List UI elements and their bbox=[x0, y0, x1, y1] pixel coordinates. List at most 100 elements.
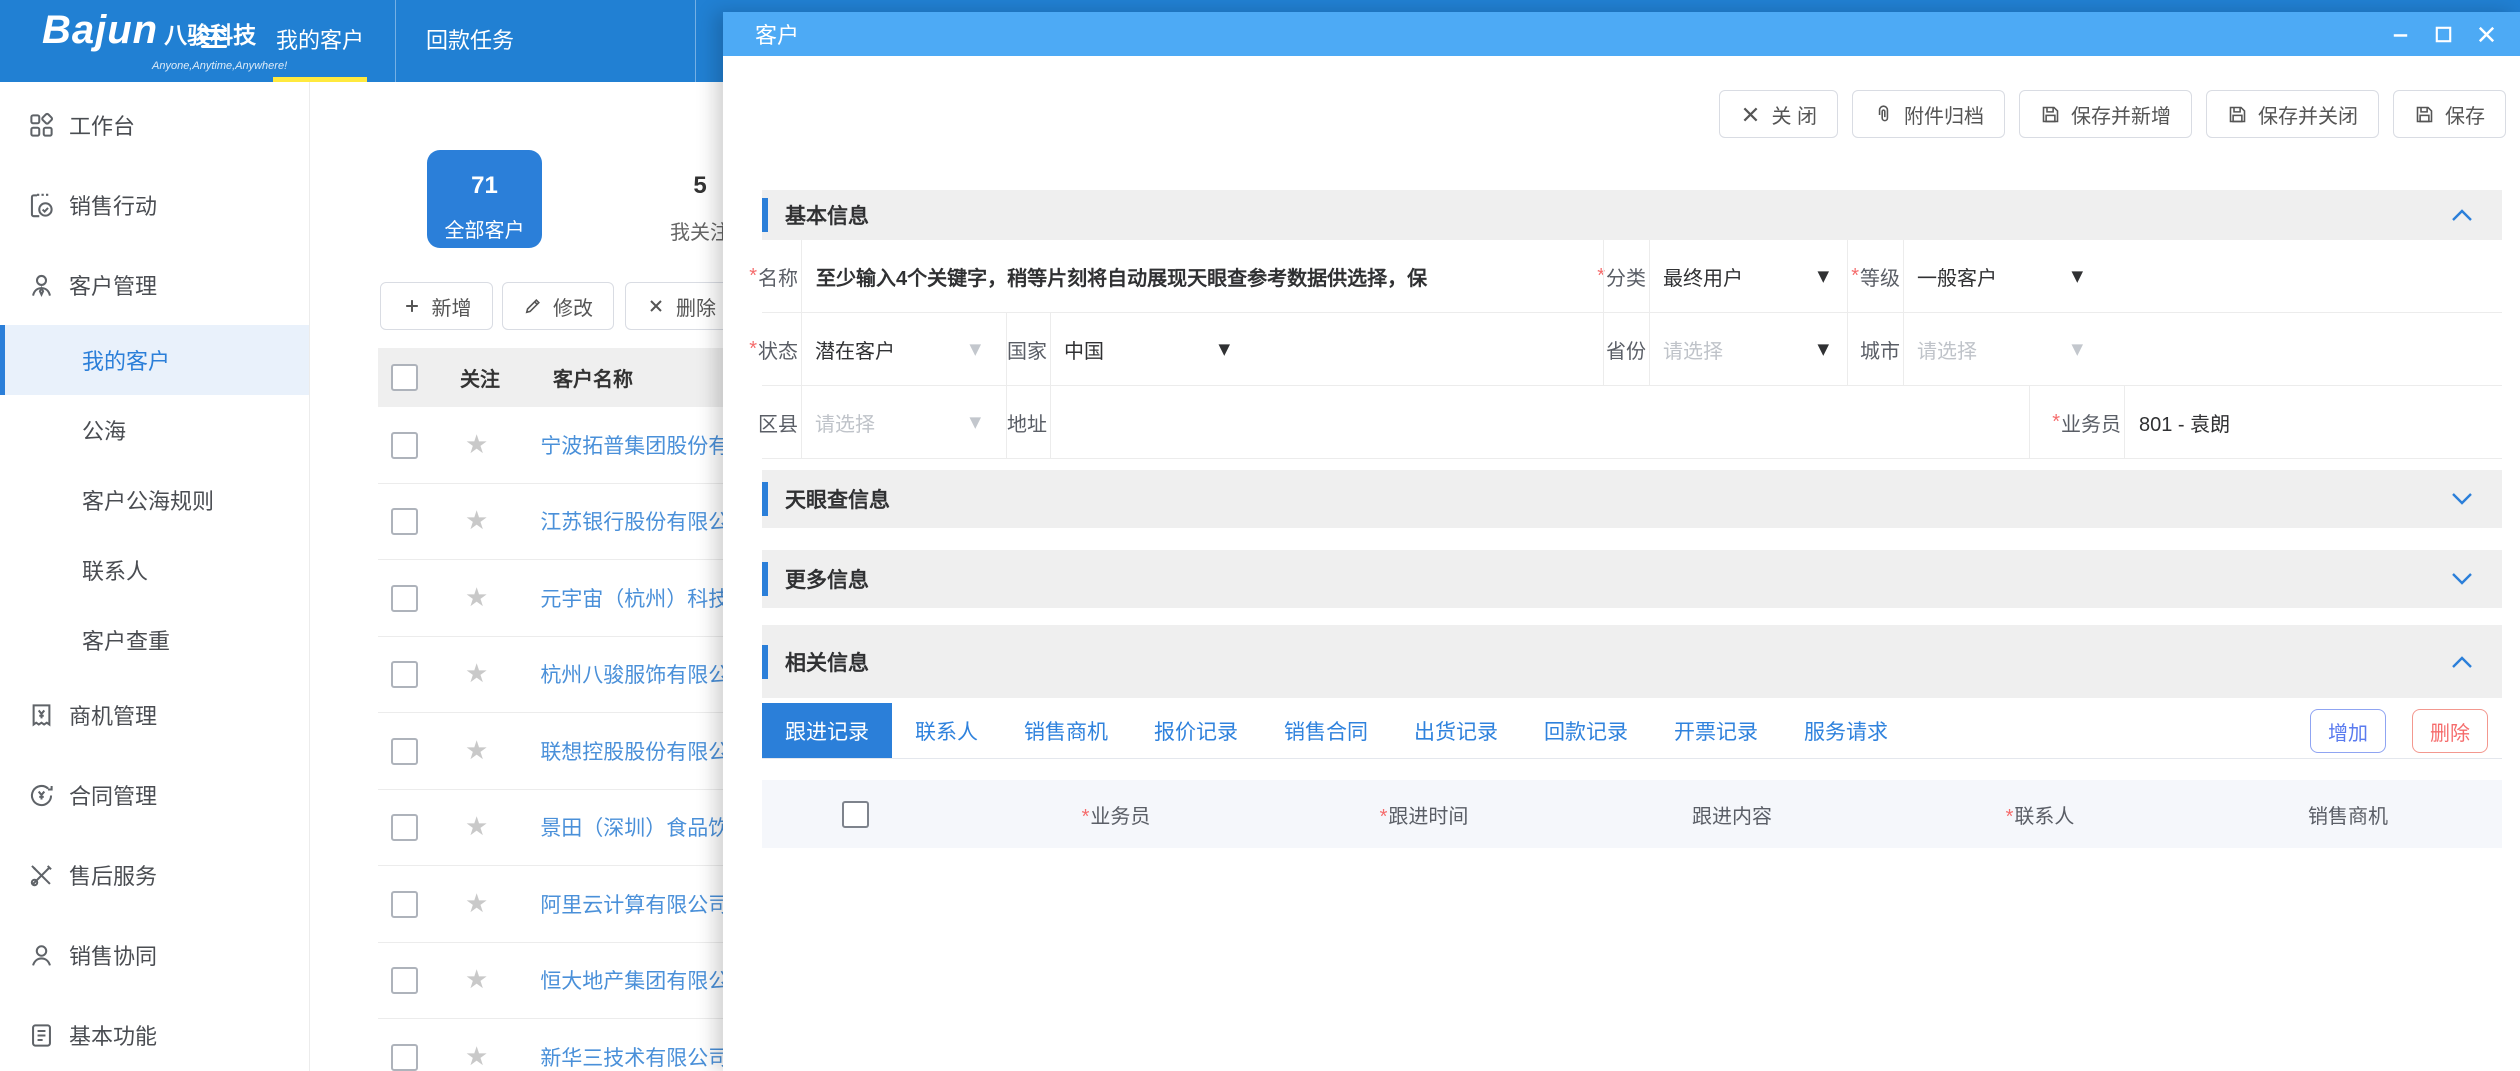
category-select[interactable]: 最终用户▼ bbox=[1650, 240, 1845, 312]
city-select[interactable]: 请选择▼ bbox=[1904, 313, 2099, 385]
sidebar-item-workbench[interactable]: 工作台 bbox=[0, 85, 309, 165]
nav-tab-label: 我的客户 bbox=[276, 28, 364, 53]
star-icon[interactable]: ★ bbox=[465, 508, 488, 534]
section-title: 天眼查信息 bbox=[785, 484, 890, 514]
sidebar-item-sales-collaboration[interactable]: 销售协同 bbox=[0, 915, 309, 995]
sidebar-item-contract-management[interactable]: 合同管理 bbox=[0, 755, 309, 835]
save-button[interactable]: 保存 bbox=[2393, 90, 2506, 138]
sidebar-item-my-customers[interactable]: 我的客户 bbox=[0, 325, 309, 395]
hamburger-menu-icon[interactable] bbox=[201, 29, 227, 53]
salesman-input[interactable]: 801 - 袁朗 bbox=[2125, 408, 2502, 437]
star-icon[interactable]: ★ bbox=[465, 967, 488, 993]
level-select[interactable]: 一般客户▼ bbox=[1904, 240, 2099, 312]
related-table-header: *业务员 *跟进时间 跟进内容 *联系人 销售商机 bbox=[762, 780, 2502, 848]
level-field-cell: 一般客户▼ bbox=[1904, 240, 2502, 312]
customer-name-link[interactable]: 元宇宙（杭州）科技 bbox=[540, 583, 729, 613]
nav-tab-my-customers[interactable]: 我的客户 bbox=[245, 0, 395, 82]
sidebar-item-customer-management[interactable]: 客户管理 bbox=[0, 245, 309, 325]
section-more-info[interactable]: 更多信息 bbox=[762, 550, 2502, 608]
table-row: ★ 杭州八骏服饰有限公 bbox=[378, 636, 728, 713]
sidebar-item-sales-action[interactable]: 销售行动 bbox=[0, 165, 309, 245]
row-checkbox[interactable] bbox=[391, 1044, 418, 1071]
close-button[interactable]: 关 闭 bbox=[1719, 90, 1838, 138]
sidebar-item-opportunity-management[interactable]: 商机管理 bbox=[0, 675, 309, 755]
sidebar-item-public-sea[interactable]: 公海 bbox=[0, 395, 309, 465]
stat-card-all-customers[interactable]: 71 全部客户 bbox=[427, 150, 542, 248]
person-tie-icon bbox=[28, 272, 55, 299]
country-select[interactable]: 中国▼ bbox=[1051, 313, 1246, 385]
chevron-down-icon[interactable] bbox=[2450, 570, 2474, 588]
status-field-cell: 潜在客户▼ bbox=[802, 313, 1007, 385]
customer-name-input[interactable]: 至少输入4个关键字，稍等片刻将自动展现天眼查参考数据供选择，保 bbox=[802, 262, 1603, 291]
tab-shipment-records[interactable]: 出货记录 bbox=[1391, 703, 1521, 758]
chevron-down-icon[interactable] bbox=[2450, 490, 2474, 508]
save-and-new-button[interactable]: 保存并新增 bbox=[2019, 90, 2192, 138]
sidebar-item-contacts[interactable]: 联系人 bbox=[0, 535, 309, 605]
tab-invoice-records[interactable]: 开票记录 bbox=[1651, 703, 1781, 758]
save-icon bbox=[2414, 104, 2435, 125]
attachment-archive-button[interactable]: 附件归档 bbox=[1852, 90, 2005, 138]
row-checkbox[interactable] bbox=[391, 432, 418, 459]
required-marker: * bbox=[1380, 806, 1388, 828]
tab-quotation-records[interactable]: 报价记录 bbox=[1131, 703, 1261, 758]
select-all-checkbox[interactable] bbox=[842, 801, 869, 828]
row-checkbox[interactable] bbox=[391, 585, 418, 612]
sidebar-item-customer-dedup[interactable]: 客户查重 bbox=[0, 605, 309, 675]
star-icon[interactable]: ★ bbox=[465, 432, 488, 458]
status-select[interactable]: 潜在客户▼ bbox=[802, 313, 997, 385]
row-checkbox[interactable] bbox=[391, 891, 418, 918]
close-icon[interactable] bbox=[2475, 23, 2498, 46]
sidebar-item-basic-functions[interactable]: 基本功能 bbox=[0, 995, 309, 1071]
row-checkbox[interactable] bbox=[391, 738, 418, 765]
button-label: 保存并关闭 bbox=[2258, 100, 2358, 129]
row-checkbox[interactable] bbox=[391, 814, 418, 841]
star-icon[interactable]: ★ bbox=[465, 1044, 488, 1070]
add-customer-button[interactable]: 新增 bbox=[380, 282, 493, 330]
save-and-close-button[interactable]: 保存并关闭 bbox=[2206, 90, 2379, 138]
delete-customer-button[interactable]: 删除 bbox=[625, 282, 737, 330]
customer-name-link[interactable]: 阿里云计算有限公司 bbox=[540, 889, 729, 919]
star-icon[interactable]: ★ bbox=[465, 738, 488, 764]
sidebar-item-public-sea-rules[interactable]: 客户公海规则 bbox=[0, 465, 309, 535]
customer-name-link[interactable]: 江苏银行股份有限公 bbox=[540, 506, 729, 536]
close-icon bbox=[646, 296, 666, 316]
customer-name-link[interactable]: 宁波拓普集团股份有 bbox=[540, 430, 729, 460]
tab-follow-up-records[interactable]: 跟进记录 bbox=[762, 703, 892, 758]
tab-payment-records[interactable]: 回款记录 bbox=[1521, 703, 1651, 758]
tab-sales-opportunities[interactable]: 销售商机 bbox=[1001, 703, 1131, 758]
customer-name-link[interactable]: 恒大地产集团有限公 bbox=[540, 965, 729, 995]
section-basic-info[interactable]: 基本信息 bbox=[762, 190, 2502, 240]
nav-tab-payment-tasks[interactable]: 回款任务 bbox=[395, 0, 545, 82]
customer-name-link[interactable]: 联想控股股份有限公 bbox=[540, 736, 729, 766]
row-checkbox[interactable] bbox=[391, 967, 418, 994]
minimize-icon[interactable] bbox=[2389, 23, 2412, 46]
section-tianyancha-info[interactable]: 天眼查信息 bbox=[762, 470, 2502, 528]
row-checkbox[interactable] bbox=[391, 661, 418, 688]
delete-record-button[interactable]: 删除 bbox=[2412, 709, 2488, 753]
row-checkbox[interactable] bbox=[391, 508, 418, 535]
add-record-button[interactable]: 增加 bbox=[2310, 709, 2386, 753]
tab-service-requests[interactable]: 服务请求 bbox=[1781, 703, 1911, 758]
customer-name-link[interactable]: 杭州八骏服饰有限公 bbox=[540, 659, 729, 689]
chevron-up-icon[interactable] bbox=[2450, 206, 2474, 224]
stat-value: 71 bbox=[427, 172, 542, 200]
chevron-up-icon[interactable] bbox=[2450, 653, 2474, 671]
select-all-checkbox[interactable] bbox=[391, 364, 418, 391]
star-icon[interactable]: ★ bbox=[465, 891, 488, 917]
customer-name-link[interactable]: 新华三技术有限公司 bbox=[540, 1042, 729, 1071]
tab-contacts[interactable]: 联系人 bbox=[892, 703, 1001, 758]
star-icon[interactable]: ★ bbox=[465, 585, 488, 611]
star-icon[interactable]: ★ bbox=[465, 814, 488, 840]
sidebar-item-after-sales-service[interactable]: 售后服务 bbox=[0, 835, 309, 915]
edit-customer-button[interactable]: 修改 bbox=[502, 282, 614, 330]
star-icon[interactable]: ★ bbox=[465, 661, 488, 687]
person-icon bbox=[28, 942, 55, 969]
sidebar-item-label: 客户管理 bbox=[69, 269, 157, 301]
section-related-info[interactable]: 相关信息 bbox=[762, 625, 2502, 698]
tab-sales-contracts[interactable]: 销售合同 bbox=[1261, 703, 1391, 758]
column-header-follow-time: *跟进时间 bbox=[1270, 800, 1578, 829]
customer-name-link[interactable]: 景田（深圳）食品饮 bbox=[540, 812, 729, 842]
province-select[interactable]: 请选择▼ bbox=[1650, 313, 1845, 385]
district-select[interactable]: 请选择▼ bbox=[802, 386, 997, 458]
maximize-icon[interactable] bbox=[2432, 23, 2455, 46]
